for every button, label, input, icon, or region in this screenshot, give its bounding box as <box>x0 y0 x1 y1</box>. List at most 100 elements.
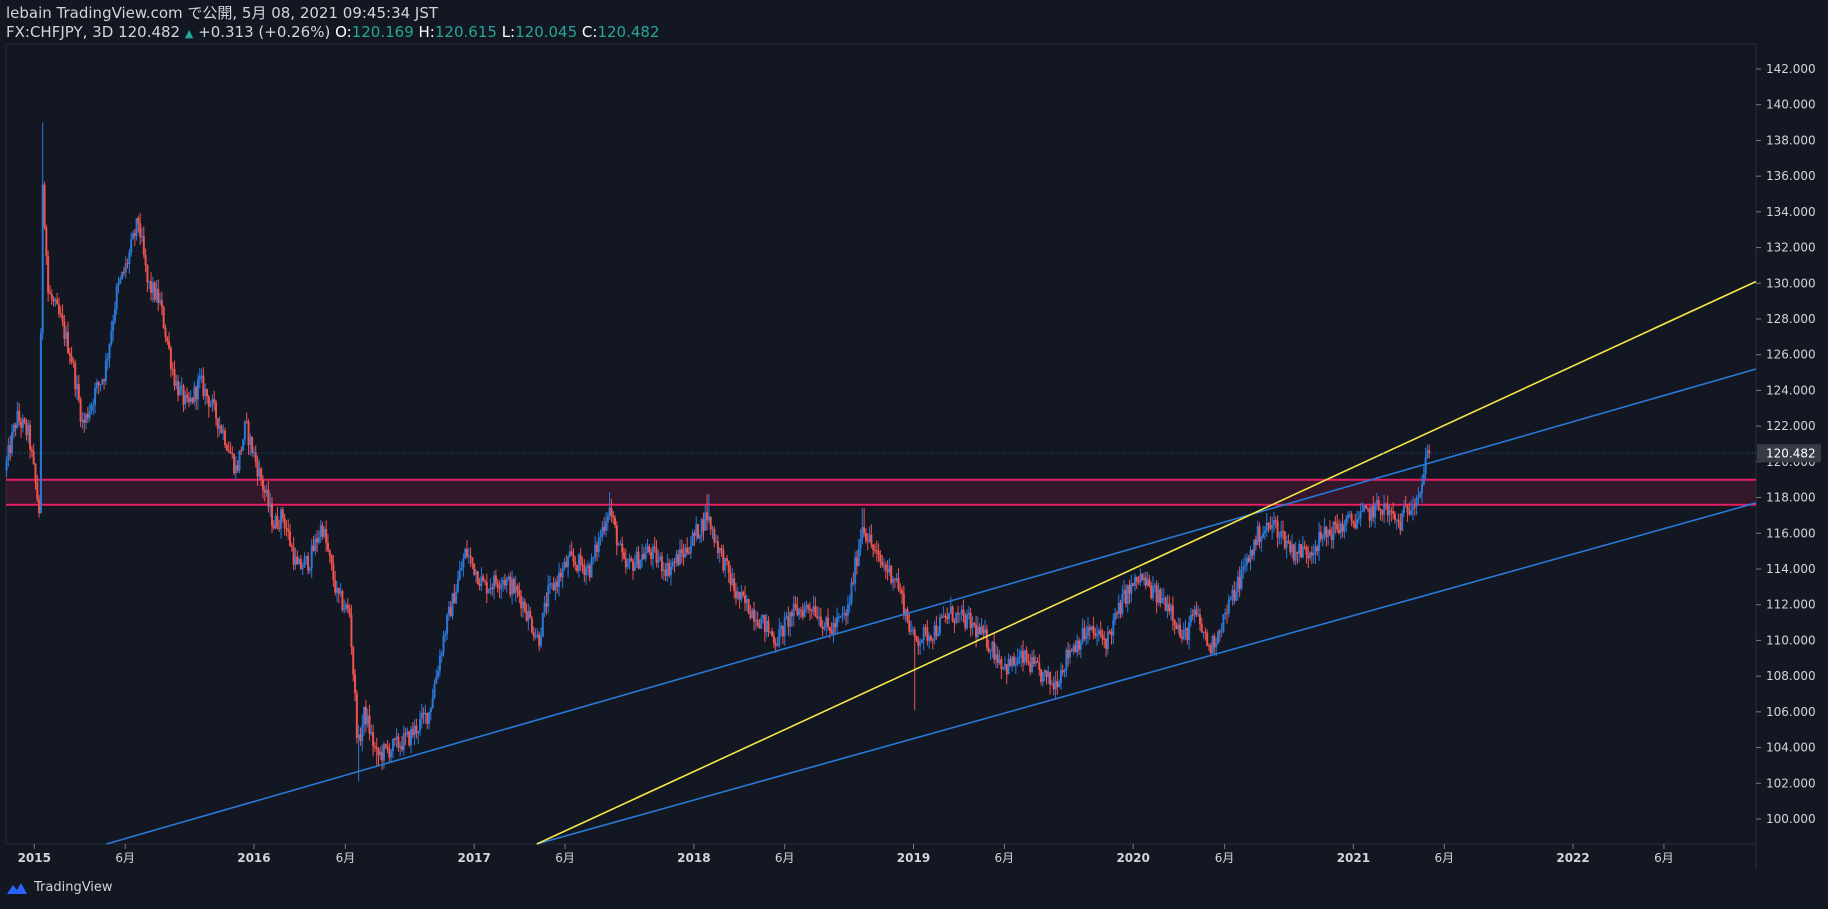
candle-body <box>612 515 615 518</box>
candle-body <box>43 184 46 227</box>
candle-body <box>413 725 416 736</box>
candle-body <box>845 613 848 616</box>
price-chart[interactable]: 100.000 102.000 104.000 106.000 108.000 110.0… <box>0 0 1828 909</box>
candle-body <box>130 239 133 253</box>
candle-body <box>1319 531 1322 540</box>
candle-body <box>484 581 487 583</box>
candle-body <box>1114 613 1117 621</box>
candle-body <box>595 544 598 552</box>
time-tick-label: 2022 <box>1556 851 1589 865</box>
candle-body <box>169 348 172 369</box>
candle-body <box>1052 683 1055 690</box>
time-axis[interactable]: 2015 6月 2016 6月 2017 6月 2018 6月 2019 6月 2020 6月 2021… <box>18 844 1674 865</box>
trend-lines[interactable] <box>106 280 1757 845</box>
candle-body <box>1354 523 1357 529</box>
candle-body <box>1287 540 1290 543</box>
candle-body <box>7 444 10 460</box>
candle-body <box>749 613 752 619</box>
candle-body <box>1206 632 1209 646</box>
candle-body <box>280 509 283 529</box>
candle-body <box>1332 521 1335 541</box>
candle-body <box>792 603 795 617</box>
candle-body <box>919 643 922 646</box>
candle-body <box>18 410 21 422</box>
candle-body <box>1256 526 1259 546</box>
candle-body <box>1115 613 1118 615</box>
candle-body <box>1099 630 1102 635</box>
candle-body <box>922 627 925 641</box>
price-tick-label: 118.000 <box>1766 491 1816 505</box>
price-tick-label: 104.000 <box>1766 741 1816 755</box>
candle-body <box>520 596 523 609</box>
candle-body <box>386 746 389 749</box>
candle-body <box>465 548 468 557</box>
candle-body <box>852 582 855 584</box>
time-tick-label: 6月 <box>115 851 135 865</box>
candle-body <box>1235 592 1238 601</box>
candle-body <box>666 562 669 577</box>
candle-body <box>911 629 914 631</box>
candle-body <box>881 561 884 566</box>
candle-body <box>1029 662 1032 673</box>
candle-body <box>68 352 71 356</box>
candle-body <box>1383 503 1386 515</box>
candle-body <box>848 603 851 605</box>
candle-body <box>850 582 853 604</box>
candle-body <box>1171 605 1174 621</box>
candle-body <box>310 545 313 569</box>
candle-body <box>895 577 898 581</box>
candle-body <box>1213 635 1216 648</box>
candle-body <box>1083 628 1086 639</box>
candle-body <box>406 731 409 735</box>
candle-body <box>269 503 272 507</box>
candle-body <box>1139 574 1142 583</box>
candle-body <box>220 425 223 433</box>
candle-body <box>655 548 658 563</box>
candle-body <box>92 404 95 406</box>
candle-body <box>391 738 394 751</box>
candle-body <box>1345 518 1348 526</box>
footer-brand[interactable]: TradingView <box>6 880 113 895</box>
candle-body <box>597 537 600 552</box>
candle-body <box>290 545 293 547</box>
candle-body <box>1106 631 1109 649</box>
candle-body <box>928 635 931 641</box>
candle-body <box>30 449 33 452</box>
candle-body <box>884 564 887 570</box>
candle-body <box>966 614 969 629</box>
candle-body <box>653 546 656 549</box>
candle-body <box>1365 505 1368 509</box>
candle-body <box>1200 624 1203 632</box>
candle-body <box>659 556 662 560</box>
candle-body <box>1309 552 1312 558</box>
candle-body <box>460 567 463 571</box>
candle-body <box>157 288 160 303</box>
trend-line-channel-upper[interactable] <box>106 368 1757 845</box>
candle-body <box>276 515 279 528</box>
candle-body <box>453 593 456 604</box>
candle-body <box>507 576 510 579</box>
candle-body <box>798 609 801 616</box>
candle-body <box>148 281 151 283</box>
candle-body <box>1085 635 1088 639</box>
candle-body <box>400 745 403 750</box>
candle-body <box>458 570 461 580</box>
candle-body <box>1307 554 1310 558</box>
candle-body <box>1016 658 1019 665</box>
last-price-tag-label: 120.482 <box>1766 446 1816 460</box>
price-axis[interactable]: 100.000 102.000 104.000 106.000 108.000 110.0… <box>1756 62 1816 826</box>
candle-body <box>379 751 382 756</box>
candle-body <box>23 418 26 423</box>
candle-body <box>21 418 24 428</box>
candle-body <box>1126 585 1129 604</box>
candle-body <box>1150 585 1153 599</box>
candle-body <box>1379 509 1382 511</box>
candle-body <box>162 307 165 329</box>
candle-body <box>1110 631 1113 636</box>
candle-body <box>155 288 158 300</box>
candle-body <box>108 344 111 359</box>
candle-body <box>931 639 934 641</box>
candle-body <box>872 544 875 550</box>
candle-body <box>892 579 895 583</box>
candle-body <box>679 549 682 565</box>
